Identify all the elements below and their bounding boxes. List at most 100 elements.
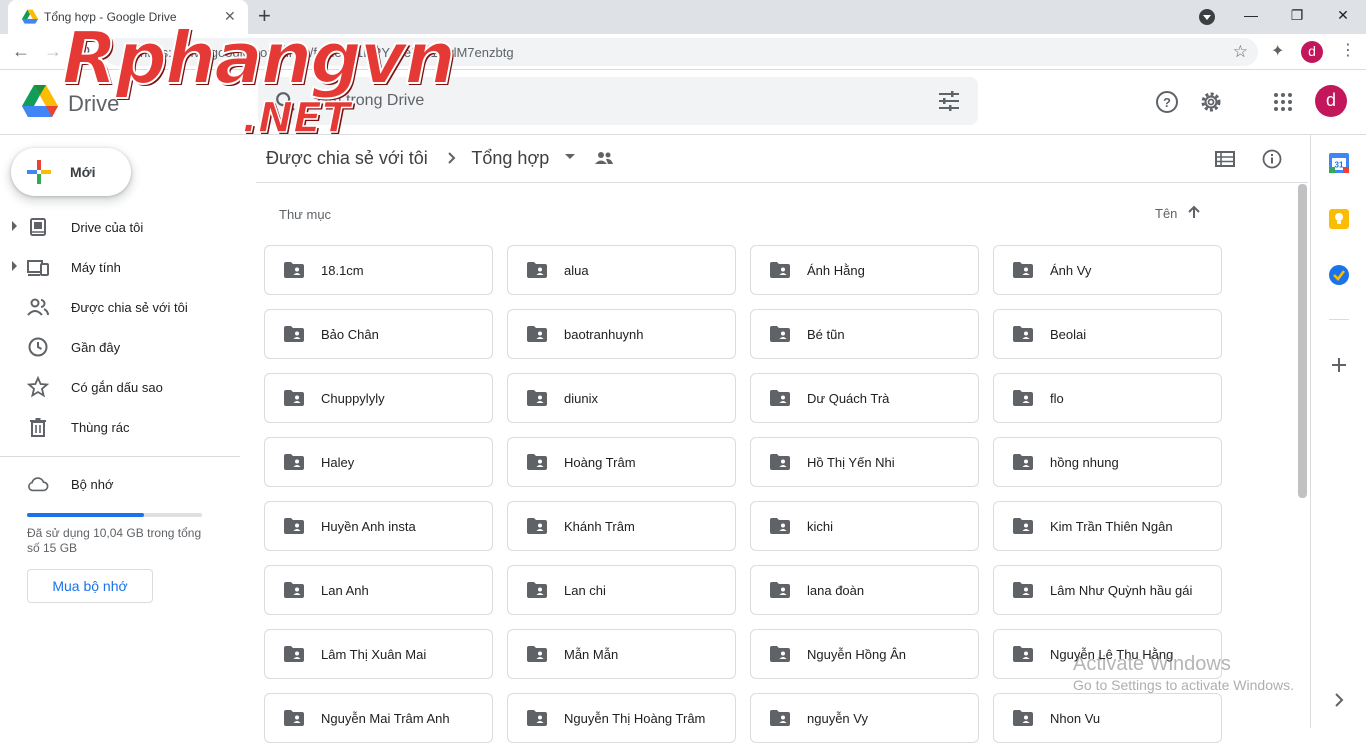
folder-item[interactable]: 18.1cm xyxy=(264,245,493,295)
shared-folder-icon xyxy=(284,262,304,278)
breadcrumb: Được chia sẻ với tôi Tổng hợp xyxy=(266,148,614,172)
close-window-icon[interactable]: ✕ xyxy=(1328,4,1358,26)
expand-panel-chevron-icon[interactable] xyxy=(1329,690,1349,710)
folder-item[interactable]: Lâm Thị Xuân Mai xyxy=(264,629,493,679)
settings-gear-icon[interactable] xyxy=(1199,90,1223,114)
apps-grid-icon[interactable] xyxy=(1271,90,1295,114)
windows-activation-subtitle: Go to Settings to activate Windows. xyxy=(1073,677,1294,693)
folder-item[interactable]: Hồ Thị Yến Nhi xyxy=(750,437,979,487)
shared-folder-people-icon xyxy=(595,152,614,164)
folder-name: Hồ Thị Yến Nhi xyxy=(807,455,895,470)
folder-item[interactable]: Bảo Chân xyxy=(264,309,493,359)
forward-icon[interactable]: → xyxy=(44,40,62,62)
sidebar-item-computers[interactable]: Máy tính xyxy=(0,251,240,283)
info-icon[interactable] xyxy=(1262,149,1282,169)
shared-folder-icon xyxy=(527,326,547,342)
bookmark-star-icon[interactable]: ☆ xyxy=(1233,42,1248,62)
folder-item[interactable]: diunix xyxy=(507,373,736,423)
drive-favicon-icon xyxy=(22,9,38,24)
folder-item[interactable]: Dư Quách Trà xyxy=(750,373,979,423)
folder-item[interactable]: Nguyễn Thị Hoàng Trâm xyxy=(507,693,736,743)
folder-item[interactable]: Nhon Vu xyxy=(993,693,1222,743)
folder-item[interactable]: Ánh Hằng xyxy=(750,245,979,295)
add-addon-plus-icon[interactable] xyxy=(1329,355,1349,375)
calendar-icon[interactable]: 31 xyxy=(1329,153,1349,173)
sort-by-name-label[interactable]: Tên xyxy=(1155,206,1177,221)
keep-icon[interactable] xyxy=(1329,209,1349,229)
shared-folder-icon xyxy=(1013,454,1033,470)
restore-window-icon[interactable]: ❐ xyxy=(1282,4,1312,26)
chrome-menu-icon[interactable]: ⋮ xyxy=(1340,41,1356,61)
search-options-icon[interactable] xyxy=(938,91,960,111)
shared-folder-icon xyxy=(284,326,304,342)
sidebar-item-label: Máy tính xyxy=(71,260,121,275)
folder-item[interactable]: Kim Trần Thiên Ngân xyxy=(993,501,1222,551)
folder-item[interactable]: Khánh Trâm xyxy=(507,501,736,551)
folder-item[interactable]: lana đoàn xyxy=(750,565,979,615)
folder-name: diunix xyxy=(564,391,598,406)
breadcrumb-current[interactable]: Tổng hợp xyxy=(471,148,549,168)
sidebar-item-my-drive[interactable]: Drive của tôi xyxy=(0,211,240,243)
folder-item[interactable]: Huyền Anh insta xyxy=(264,501,493,551)
account-avatar[interactable]: d xyxy=(1315,85,1347,117)
sidebar-item-trash[interactable]: Thùng rác xyxy=(0,411,240,443)
storage-progress-fill xyxy=(27,513,145,517)
trash-icon xyxy=(30,418,46,437)
breadcrumb-parent[interactable]: Được chia sẻ với tôi xyxy=(266,148,428,168)
sort-ascending-arrow-icon[interactable] xyxy=(1186,204,1202,220)
folder-name: Lan Anh xyxy=(321,583,369,598)
folder-item[interactable]: Beolai xyxy=(993,309,1222,359)
watermark-logo: Rphangvn xyxy=(61,16,457,100)
shared-folder-icon xyxy=(527,390,547,406)
sidebar-item-star[interactable]: Có gắn dấu sao xyxy=(0,371,240,403)
folder-item[interactable]: Chuppylyly xyxy=(264,373,493,423)
chrome-profile-avatar[interactable]: d xyxy=(1301,41,1323,63)
computers-icon xyxy=(27,260,49,276)
folder-item[interactable]: alua xyxy=(507,245,736,295)
list-view-icon[interactable] xyxy=(1215,150,1235,168)
folder-item[interactable]: flo xyxy=(993,373,1222,423)
folder-item[interactable]: baotranhuynh xyxy=(507,309,736,359)
folder-item[interactable]: Ánh Vy xyxy=(993,245,1222,295)
folder-menu-caret-down-icon[interactable] xyxy=(564,151,576,163)
extensions-puzzle-icon[interactable]: ✦ xyxy=(1271,41,1284,61)
shared-folder-icon xyxy=(770,262,790,278)
folder-item[interactable]: Hoàng Trâm xyxy=(507,437,736,487)
folder-item[interactable]: Nguyễn Hồng Ân xyxy=(750,629,979,679)
expand-caret-icon[interactable] xyxy=(12,261,17,271)
minimize-window-icon[interactable]: — xyxy=(1236,4,1266,26)
folder-item[interactable]: Lan chi xyxy=(507,565,736,615)
shared-folder-icon xyxy=(527,454,547,470)
rail-divider xyxy=(1329,319,1349,320)
shared-folder-icon xyxy=(284,454,304,470)
folder-item[interactable]: Bé tũn xyxy=(750,309,979,359)
chrome-profile-dropdown-icon[interactable] xyxy=(1199,9,1215,25)
back-icon[interactable]: ← xyxy=(12,40,30,62)
folder-item[interactable]: Mẫn Mẫn xyxy=(507,629,736,679)
new-button[interactable]: Mới xyxy=(11,148,131,196)
expand-caret-icon[interactable] xyxy=(12,221,17,231)
sidebar-item-shared[interactable]: Được chia sẻ với tôi xyxy=(0,291,240,323)
shared-folder-icon xyxy=(770,582,790,598)
side-panel-rail: 31 xyxy=(1310,135,1366,728)
sidebar-item-storage[interactable]: Bộ nhớ xyxy=(0,468,240,500)
shared-folder-icon xyxy=(1013,262,1033,278)
folder-item[interactable]: nguyễn Vy xyxy=(750,693,979,743)
help-icon[interactable]: ? xyxy=(1155,90,1179,114)
folder-item[interactable]: Haley xyxy=(264,437,493,487)
folder-item[interactable]: Lan Anh xyxy=(264,565,493,615)
folder-item[interactable]: Lâm Như Quỳnh hầu gái xyxy=(993,565,1222,615)
star-icon xyxy=(27,376,49,398)
folder-item[interactable]: hồng nhung xyxy=(993,437,1222,487)
buy-storage-button[interactable]: Mua bộ nhớ xyxy=(27,569,153,603)
folder-name: Ánh Vy xyxy=(1050,263,1092,278)
tasks-icon[interactable] xyxy=(1329,265,1349,285)
sidebar-item-clock[interactable]: Gần đây xyxy=(0,331,240,363)
drive-logo-icon[interactable] xyxy=(22,85,58,117)
folder-item[interactable]: Nguyễn Mai Trâm Anh xyxy=(264,693,493,743)
folder-item[interactable]: kichi xyxy=(750,501,979,551)
shared-folder-icon xyxy=(770,518,790,534)
folder-name: Huyền Anh insta xyxy=(321,519,416,534)
main-scrollbar-thumb[interactable] xyxy=(1298,184,1307,498)
watermark-logo-tld: .NET xyxy=(241,93,351,142)
